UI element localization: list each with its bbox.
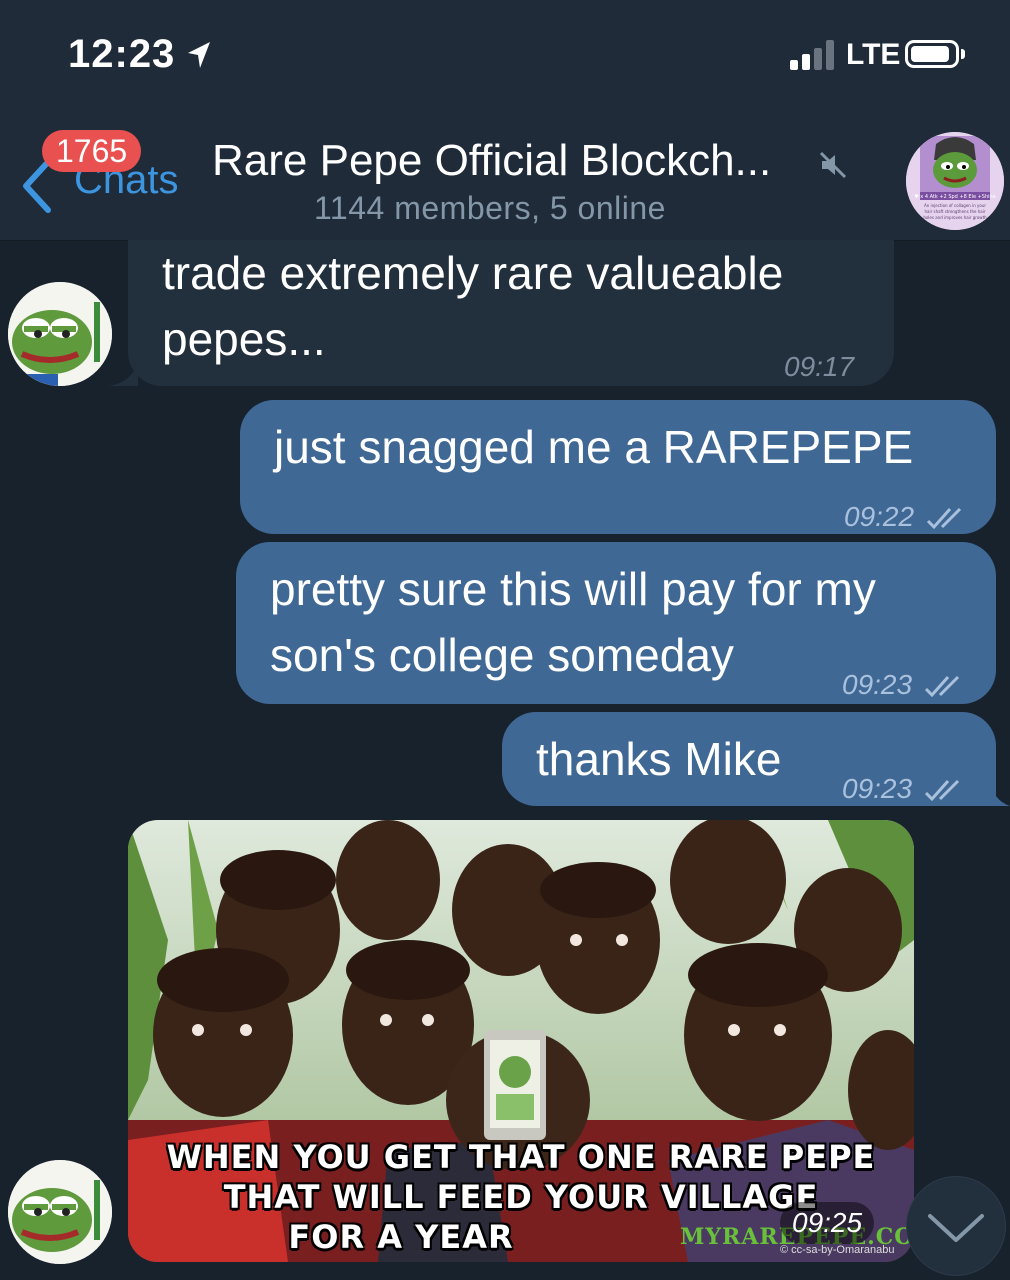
message-text-line: trade extremely rare valueable bbox=[162, 247, 784, 299]
message-time: 09:23 bbox=[842, 756, 964, 822]
message-time-text: 09:23 bbox=[842, 773, 913, 804]
message-time: 09:25 bbox=[780, 1202, 875, 1244]
group-avatar[interactable]: ♥ x 4 Atk +2 Spd +8 Ele +Shine An inject… bbox=[906, 132, 1004, 230]
message-text-line: thanks Mike bbox=[536, 733, 782, 785]
message-bubble[interactable]: thanks Mike 09:23 bbox=[502, 712, 996, 806]
message-text: trade extremely rare valueable pepes... bbox=[162, 240, 783, 372]
message-time-text: 09:22 bbox=[844, 501, 915, 532]
pepe-frog-image bbox=[8, 282, 112, 386]
photo-caption-line: WHEN YOU GET THAT ONE RARE PEPE bbox=[166, 1138, 876, 1176]
avatar-caption-line: An injection of collagen in your bbox=[924, 203, 986, 208]
message-text-line: pepes... bbox=[162, 313, 326, 365]
chevron-down-icon bbox=[928, 1214, 984, 1242]
photo-message[interactable]: WHEN YOU GET THAT ONE RARE PEPE THAT WIL… bbox=[128, 820, 914, 1262]
message-bubble[interactable]: pretty sure this will pay for my son's c… bbox=[236, 542, 996, 704]
double-check-icon bbox=[926, 507, 961, 529]
pepe-frog-image bbox=[8, 1160, 112, 1264]
cellular-signal-icon bbox=[790, 40, 834, 70]
sender-avatar[interactable] bbox=[8, 282, 112, 386]
scroll-to-bottom-button[interactable] bbox=[906, 1176, 1006, 1276]
message-text-line: pretty sure this will pay for my bbox=[270, 563, 876, 615]
message-text: pretty sure this will pay for my son's c… bbox=[270, 556, 876, 688]
message-text-line: son's college someday bbox=[270, 629, 734, 681]
network-type: LTE bbox=[846, 38, 901, 71]
double-check-icon bbox=[924, 675, 959, 697]
bubble-tail bbox=[108, 356, 138, 386]
unread-badge: 1765 bbox=[42, 130, 142, 172]
message-bubble[interactable]: just snagged me a RAREPEPE 09:22 bbox=[240, 400, 996, 534]
muted-speaker-icon bbox=[819, 151, 847, 179]
status-time: 12:23 bbox=[68, 32, 176, 76]
location-arrow-icon bbox=[188, 42, 210, 68]
bubble-tail bbox=[990, 778, 1010, 806]
avatar-caption-line: holes and improves hair growth bbox=[923, 215, 987, 220]
message-bubble[interactable]: trade extremely rare valueable pepes... … bbox=[128, 240, 894, 386]
status-bar: 12:23 LTE bbox=[0, 0, 1010, 110]
battery-icon bbox=[905, 40, 965, 68]
chat-title[interactable]: Rare Pepe Official Blockch... bbox=[212, 136, 771, 186]
message-time-text: 09:23 bbox=[842, 669, 913, 700]
message-time: 09:22 bbox=[844, 484, 966, 550]
chat-header: Chats 1765 Rare Pepe Official Blockch...… bbox=[0, 110, 1010, 241]
message-time: 09:17 bbox=[784, 351, 855, 382]
avatar-caption-line: ♥ x 4 Atk +2 Spd +8 Ele +Shine bbox=[914, 194, 996, 200]
double-check-icon bbox=[924, 779, 959, 801]
avatar-caption-line: hair shaft strengthens the hair bbox=[924, 209, 985, 214]
sender-avatar[interactable] bbox=[8, 1160, 112, 1264]
photo-license: © cc-sa-by-Omaranabu bbox=[780, 1244, 895, 1256]
message-time: 09:23 bbox=[842, 652, 964, 718]
pepe-card-image: ♥ x 4 Atk +2 Spd +8 Ele +Shine An inject… bbox=[906, 132, 1004, 230]
message-text-line: just snagged me a RAREPEPE bbox=[274, 421, 914, 473]
chat-member-count[interactable]: 1144 members, 5 online bbox=[314, 190, 666, 227]
